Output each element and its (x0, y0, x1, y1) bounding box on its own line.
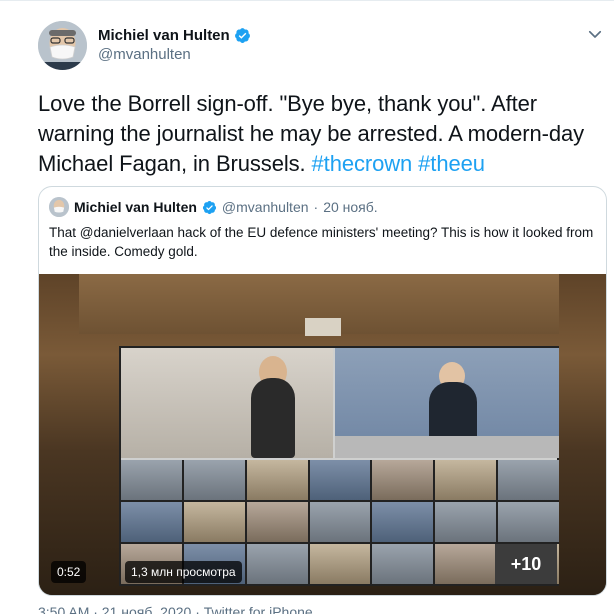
quoted-author-handle: @mvanhulten (221, 199, 309, 215)
video-participant-tile (372, 502, 434, 542)
video-participant-tile (372, 460, 434, 500)
video-participant-tile (435, 502, 497, 542)
video-participant-tile (246, 544, 308, 584)
verified-badge-icon (202, 200, 216, 214)
quoted-author-display-name: Michiel van Hulten (74, 199, 197, 215)
quoted-author-avatar (49, 197, 69, 217)
video-participant-tile (435, 460, 497, 500)
video-player[interactable]: +10 0:52 1,3 млн просмотра (39, 274, 606, 595)
video-duration-badge: 0:52 (51, 561, 87, 583)
video-participant-tile (183, 502, 245, 542)
video-participant-tile (498, 502, 559, 542)
tweet-timestamp[interactable]: 3:50 AM · 21 нояб. 2020 · Twitter for iP… (38, 604, 313, 614)
video-tile-main-left (121, 348, 333, 458)
video-participant-tile (309, 460, 371, 500)
tweet-text: Love the Borrell sign-off. "Bye bye, tha… (38, 89, 598, 179)
author-name-block: Michiel van Hulten @mvanhulten (98, 27, 251, 63)
video-participant-tile (246, 502, 308, 542)
video-participant-tile (309, 502, 371, 542)
video-frame-screen: +10 (119, 346, 559, 586)
avatar-with-mask-icon (49, 197, 69, 217)
quoted-tweet-date: 20 нояб. (323, 199, 378, 215)
video-participant-tile (121, 460, 182, 500)
author-handle[interactable]: @mvanhulten (98, 46, 251, 63)
video-participant-tile (246, 460, 308, 500)
quoted-tweet-header: Michiel van Hulten @mvanhulten · 20 нояб… (49, 197, 378, 217)
author-name-line: Michiel van Hulten (98, 27, 251, 44)
verified-badge-icon (234, 28, 250, 43)
tweet: Michiel van Hulten @mvanhulten Love the … (0, 0, 614, 614)
avatar-with-mask-icon (38, 20, 87, 70)
video-participant-tile (121, 502, 182, 542)
separator-dot: · (313, 199, 319, 215)
hashtag-link[interactable]: #theeu (418, 151, 485, 176)
quoted-tweet[interactable]: Michiel van Hulten @mvanhulten · 20 нояб… (38, 186, 607, 596)
quoted-tweet-text: That @danielverlaan hack of the EU defen… (49, 225, 594, 259)
chevron-down-icon[interactable] (586, 25, 604, 43)
video-participant-tile (435, 544, 497, 584)
hashtag-link[interactable]: #thecrown (312, 151, 413, 176)
video-participant-tile (309, 544, 371, 584)
tweet-author: Michiel van Hulten @mvanhulten (38, 19, 251, 71)
video-more-participants: +10 (495, 544, 557, 584)
author-avatar[interactable] (38, 20, 87, 70)
video-person (251, 378, 295, 458)
author-display-name[interactable]: Michiel van Hulten (98, 27, 230, 44)
video-participant-tile (372, 544, 434, 584)
video-participant-tile (498, 460, 559, 500)
video-participant-tile (183, 460, 245, 500)
video-views-badge: 1,3 млн просмотра (125, 561, 242, 583)
video-desk (335, 436, 559, 458)
video-frame-nameplate (305, 318, 341, 336)
